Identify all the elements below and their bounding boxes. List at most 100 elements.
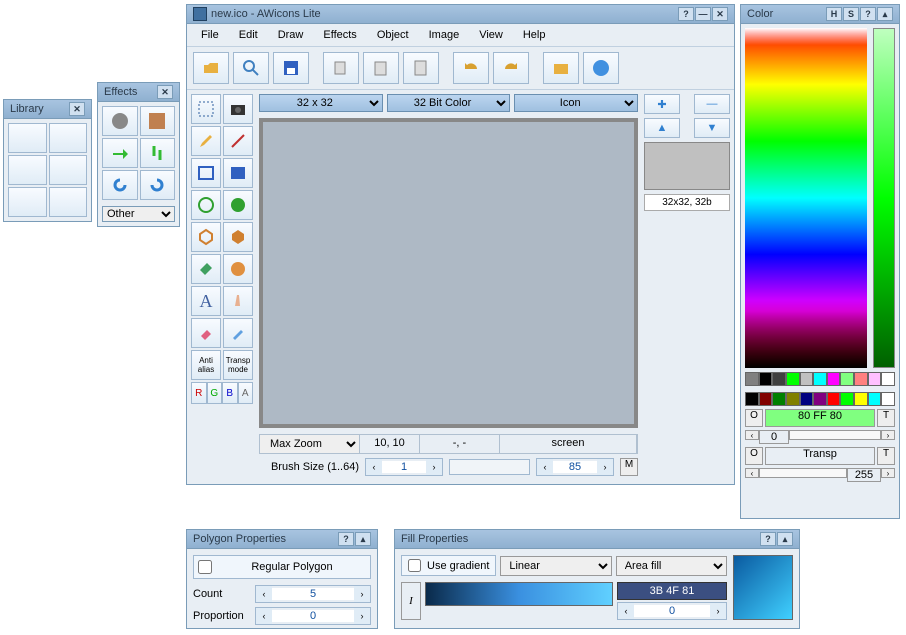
library-remove-button[interactable] (49, 187, 88, 217)
effect-texture-button[interactable] (140, 106, 176, 136)
library-new-button[interactable] (8, 123, 47, 153)
add-format-button[interactable]: ✚ (644, 94, 680, 114)
color-t-button-2[interactable]: T (877, 447, 895, 465)
web-button[interactable] (543, 52, 579, 84)
polygon-tool[interactable] (191, 222, 221, 252)
replace-color-tool[interactable] (223, 254, 253, 284)
format-down-button[interactable]: ▼ (694, 118, 730, 138)
color-swatch[interactable] (881, 392, 895, 406)
color-swatch[interactable] (772, 392, 786, 406)
transp-label[interactable]: Transp (765, 447, 875, 465)
fill-area-dropdown[interactable]: Area fill (616, 556, 727, 576)
close-button[interactable]: ✕ (712, 7, 728, 21)
color-swatch[interactable] (745, 372, 759, 386)
color-hex-value[interactable]: 80 FF 80 (765, 409, 875, 427)
color-s-button[interactable]: S (843, 7, 859, 21)
gradient-bar[interactable] (425, 582, 613, 606)
ellipse-fill-tool[interactable] (223, 190, 253, 220)
zoom-dropdown[interactable]: Max Zoom (260, 435, 360, 453)
channel-b-button[interactable]: B (222, 382, 238, 404)
scale-spinner[interactable]: ‹ 85 › (536, 458, 614, 476)
use-gradient-check-input[interactable] (408, 559, 421, 572)
menu-help[interactable]: Help (513, 26, 556, 44)
library-item-button[interactable] (49, 155, 88, 185)
color-h-button[interactable]: H (826, 7, 842, 21)
scale-dec-button[interactable]: ‹ (537, 459, 553, 475)
brush-slider[interactable] (449, 459, 530, 475)
prop-dec-button[interactable]: ‹ (256, 608, 272, 624)
hue-strip[interactable] (873, 28, 895, 368)
color-swatch[interactable] (868, 392, 882, 406)
count-spinner[interactable]: ‹ 5 › (255, 585, 371, 603)
redo-button[interactable] (493, 52, 529, 84)
gradient-type-dropdown[interactable]: Linear (500, 556, 611, 576)
effects-close-icon[interactable]: ✕ (157, 85, 173, 99)
count-inc-button[interactable]: › (354, 586, 370, 602)
menu-image[interactable]: Image (419, 26, 470, 44)
color-slider-1[interactable] (789, 430, 881, 440)
color-swatch[interactable] (827, 392, 841, 406)
menu-draw[interactable]: Draw (268, 26, 314, 44)
color-swatch[interactable] (881, 372, 895, 386)
type-dropdown[interactable]: Icon (514, 94, 638, 112)
channel-r-button[interactable]: R (191, 382, 207, 404)
open-button[interactable] (193, 52, 229, 84)
text-tool[interactable]: A (191, 286, 221, 316)
capture-tool[interactable] (223, 94, 253, 124)
channel-g-button[interactable]: G (207, 382, 223, 404)
format-preview[interactable] (644, 142, 730, 190)
count-dec-button[interactable]: ‹ (256, 586, 272, 602)
alpha-slider[interactable] (759, 468, 847, 478)
brush-dec-button[interactable]: ‹ (366, 459, 382, 475)
eyedropper-tool[interactable] (223, 318, 253, 348)
library-close-icon[interactable]: ✕ (69, 102, 85, 116)
paste-special-button[interactable] (403, 52, 439, 84)
transp-mode-button[interactable]: Transp mode (223, 350, 253, 380)
scale-inc-button[interactable]: › (597, 459, 613, 475)
poly-collapse-button[interactable]: ▴ (355, 532, 371, 546)
grad-inc-button[interactable]: › (710, 603, 726, 619)
color-swatch[interactable] (772, 372, 786, 386)
canvas[interactable] (259, 118, 638, 428)
polygon-fill-tool[interactable] (223, 222, 253, 252)
color-swatch[interactable] (854, 372, 868, 386)
fill-help-button[interactable]: ? (760, 532, 776, 546)
effect-rotate-right-button[interactable] (140, 170, 176, 200)
color-swatch[interactable] (800, 392, 814, 406)
effect-grayscale-button[interactable] (102, 106, 138, 136)
gradient-pos-spinner[interactable]: ‹ 0 › (617, 602, 727, 620)
slider-dec-button[interactable]: ‹ (745, 430, 759, 440)
color-swatch[interactable] (745, 392, 759, 406)
menu-view[interactable]: View (469, 26, 513, 44)
anti-alias-button[interactable]: Anti alias (191, 350, 221, 380)
invert-gradient-button[interactable]: I (401, 582, 421, 620)
fill-collapse-button[interactable]: ▴ (777, 532, 793, 546)
color-swatch[interactable] (759, 392, 773, 406)
effect-rotate-left-button[interactable] (102, 170, 138, 200)
color-t-button-1[interactable]: T (877, 409, 895, 427)
menu-file[interactable]: File (191, 26, 229, 44)
ellipse-tool[interactable] (191, 190, 221, 220)
brush-size-spinner[interactable]: ‹ 1 › (365, 458, 443, 476)
color-o-button-1[interactable]: O (745, 409, 763, 427)
paste-button[interactable] (363, 52, 399, 84)
rect-fill-tool[interactable] (223, 158, 253, 188)
undo-button[interactable] (453, 52, 489, 84)
menu-edit[interactable]: Edit (229, 26, 268, 44)
library-open-button[interactable] (49, 123, 88, 153)
eraser-tool[interactable] (191, 318, 221, 348)
color-swatch[interactable] (827, 372, 841, 386)
color-field[interactable] (745, 28, 867, 368)
help-button[interactable]: ? (678, 7, 694, 21)
alpha-inc-button[interactable]: › (881, 468, 895, 478)
color-swatch[interactable] (813, 392, 827, 406)
remove-format-button[interactable]: — (694, 94, 730, 114)
search-button[interactable] (233, 52, 269, 84)
rect-tool[interactable] (191, 158, 221, 188)
minimize-button[interactable]: — (695, 7, 711, 21)
grad-dec-button[interactable]: ‹ (618, 603, 634, 619)
color-swatch[interactable] (868, 372, 882, 386)
color-swatch[interactable] (840, 372, 854, 386)
color-o-button-2[interactable]: O (745, 447, 763, 465)
color-help-button[interactable]: ? (860, 7, 876, 21)
